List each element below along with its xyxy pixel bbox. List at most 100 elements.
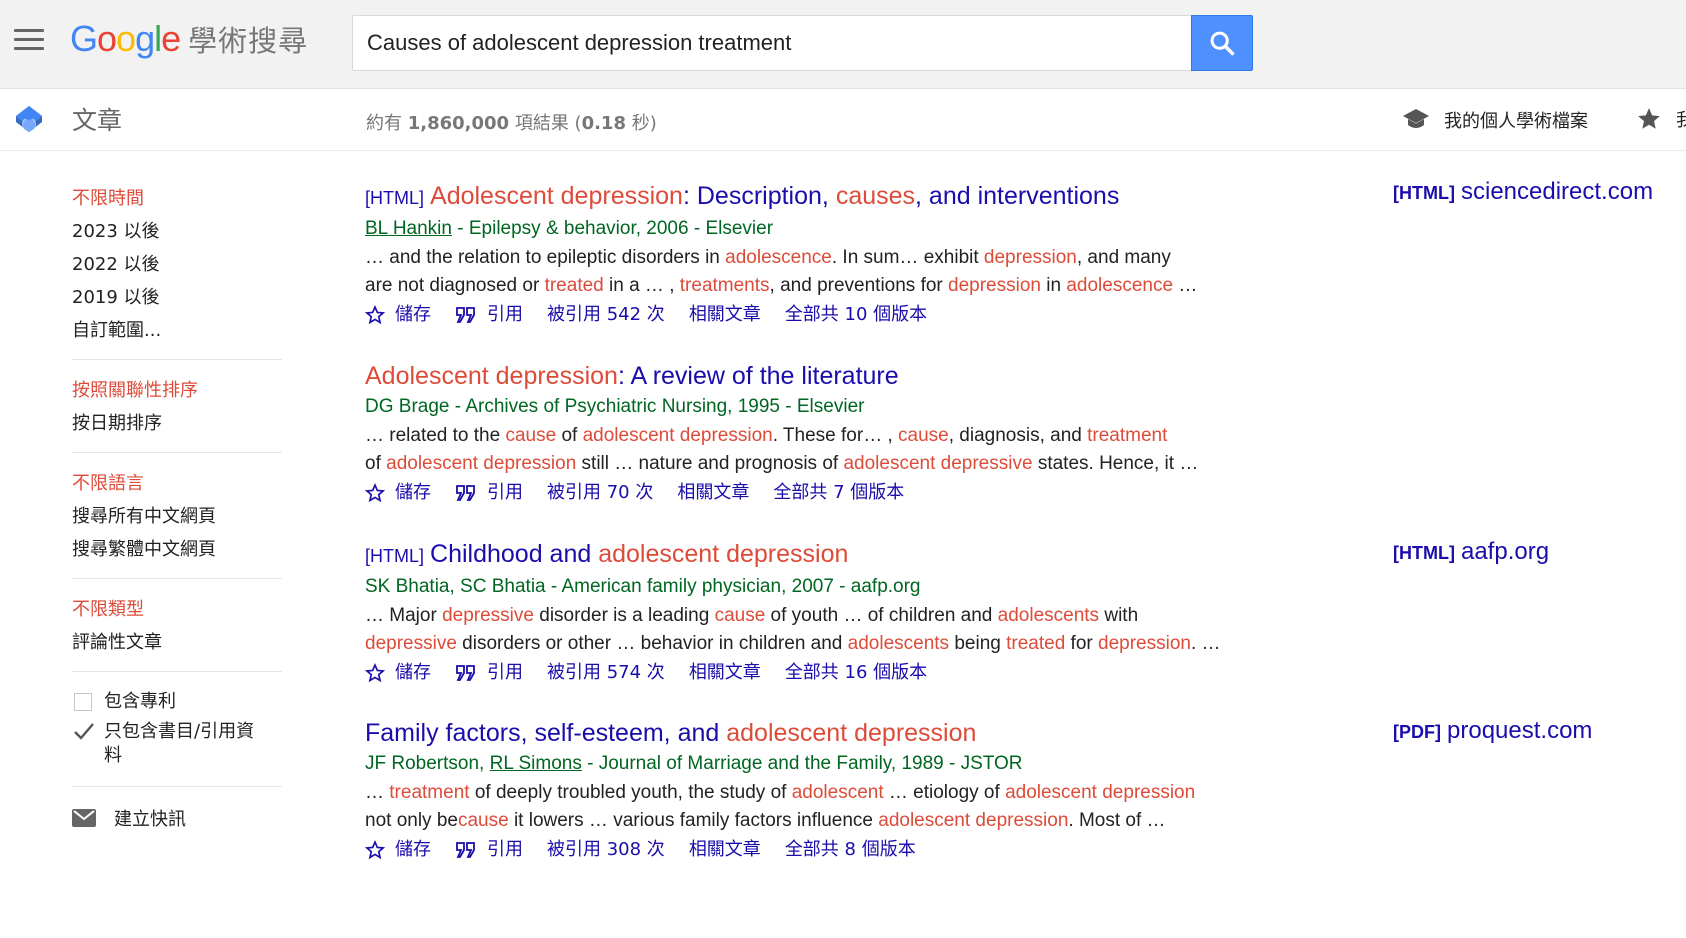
result-actions: 儲存 引用 被引用 574 次相關文章 全部共 16 個版本 [365,658,1255,688]
snippet-part: with [1099,605,1139,626]
cited-by-link[interactable]: 被引用 70 次 [547,478,653,508]
save-button[interactable]: 儲存 [365,478,431,508]
include-group: 包含專利 只包含書目/引用資料 [72,686,282,787]
cite-quote-icon [456,485,475,501]
snippet-part: still … nature and prognosis of [576,453,844,474]
filter-since-2022[interactable]: 2022 以後 [72,248,282,281]
graduation-cap-icon [1403,109,1429,128]
snippet-part: . These for… , [772,425,899,446]
include-patents-option[interactable]: 包含專利 [72,690,282,714]
include-patents-checkbox[interactable] [74,693,92,711]
include-patents-label: 包含專利 [104,691,176,712]
result-snippet: … and the relation to epileptic disorder… [365,244,1255,300]
cite-button[interactable]: 引用 [455,835,523,865]
sort-by-date[interactable]: 按日期排序 [72,407,282,440]
cite-quote-icon [456,665,475,681]
all-versions-link[interactable]: 全部共 10 個版本 [785,300,927,330]
snippet-part: being [949,633,1007,654]
search-form [352,15,1253,71]
snippet-part: adolescence [1066,275,1174,296]
include-citations-label: 只包含書目/引用資料 [104,721,255,766]
menu-icon[interactable] [14,29,44,51]
related-articles-link[interactable]: 相關文章 [677,478,749,508]
result-stats: 約有 1,860,000 項結果 (0.18 秒) [366,109,657,135]
create-alert-label: 建立快訊 [114,809,186,830]
top-bar: Google 學術搜尋 [0,0,1686,89]
snippet-line: depressive disorders or other … behavior… [365,630,1255,658]
sort-by-relevance[interactable]: 按照關聯性排序 [72,374,282,407]
cited-by-link[interactable]: 被引用 542 次 [547,300,665,330]
author-link[interactable]: BL Hankin [365,218,452,239]
filter-since-2023[interactable]: 2023 以後 [72,215,282,248]
search-input[interactable] [352,15,1191,71]
cited-by-link[interactable]: 被引用 574 次 [547,658,665,688]
title-part: Adolescent depression [430,182,683,210]
filter-any-time[interactable]: 不限時間 [72,182,282,215]
snippet-part: … [365,782,390,803]
title-part: , and interventions [915,182,1120,210]
title-part: Childhood and [430,540,599,568]
envelope-icon [72,809,96,827]
publication-info: - Epilepsy & behavior, 2006 - Elsevier [451,218,774,239]
related-articles-link[interactable]: 相關文章 [689,300,761,330]
result-title-link[interactable]: [HTML] Childhood and adolescent depressio… [365,538,1255,572]
full-text-link[interactable]: [HTML] sciencedirect.com [1393,178,1653,206]
snippet-part: , and many [1076,247,1171,268]
snippet-part: … Major [365,605,443,626]
snippet-part: . In sum… exhibit [831,247,984,268]
snippet-part: in [1040,275,1067,296]
snippet-part: adolescent depressive [843,453,1033,474]
filter-any-type[interactable]: 不限類型 [72,593,282,626]
cite-button[interactable]: 引用 [455,300,523,330]
cite-label: 引用 [487,482,523,503]
related-articles-link[interactable]: 相關文章 [689,835,761,865]
all-versions-link[interactable]: 全部共 7 個版本 [773,478,904,508]
full-text-link[interactable]: [HTML] aafp.org [1393,538,1549,566]
snippet-part: treatments [679,275,770,296]
save-button[interactable]: 儲存 [365,300,431,330]
snippet-part: of [556,425,583,446]
search-result: Family factors, self-esteem, and adolesc… [365,717,1255,865]
save-button[interactable]: 儲存 [365,835,431,865]
all-versions-link[interactable]: 全部共 8 個版本 [785,835,916,865]
google-scholar-logo[interactable]: Google 學術搜尋 [70,18,308,62]
cite-button[interactable]: 引用 [455,658,523,688]
create-alert-link[interactable]: 建立快訊 [72,801,282,831]
title-part: : Description, [682,182,836,210]
include-citations-option[interactable]: 只包含書目/引用資料 [72,720,272,768]
filter-since-2019[interactable]: 2019 以後 [72,281,282,314]
cited-by-link[interactable]: 被引用 308 次 [547,835,665,865]
title-part: Family factors, self-esteem, and [365,719,727,747]
search-icon [1210,31,1235,56]
include-citations-checkbox[interactable] [74,723,94,741]
result-title-link[interactable]: [HTML] Adolescent depression: Description… [365,180,1255,214]
snippet-part: in a … , [603,275,680,296]
snippet-part: for [1065,633,1098,654]
filter-custom-range[interactable]: 自訂範圍... [72,314,282,347]
title-part: adolescent depression [598,540,849,568]
my-library-link[interactable]: 我的圖書館 [1636,106,1686,132]
related-articles-link[interactable]: 相關文章 [689,658,761,688]
filter-chinese-pages[interactable]: 搜尋所有中文網頁 [72,500,282,533]
my-profile-link[interactable]: 我的個人學術檔案 [1402,107,1588,133]
snippet-part: adolescent depression [386,453,577,474]
snippet-part: adolescents [997,605,1100,626]
full-text-link[interactable]: [PDF] proquest.com [1393,717,1592,745]
result-title-link[interactable]: Family factors, self-esteem, and adolesc… [365,717,1255,749]
filter-any-language[interactable]: 不限語言 [72,467,282,500]
publication-info: - Journal of Marriage and the Family, 19… [581,753,1023,774]
snippet-part: depressive [442,605,534,626]
filter-review-articles[interactable]: 評論性文章 [72,626,282,659]
snippet-part: … etiology of [883,782,1006,803]
snippet-line: … treatment of deeply troubled youth, th… [365,779,1255,807]
author-link[interactable]: RL Simons [490,753,582,774]
result-actions: 儲存 引用 被引用 70 次相關文章 全部共 7 個版本 [365,478,1255,508]
all-versions-link[interactable]: 全部共 16 個版本 [785,658,927,688]
result-title-link[interactable]: Adolescent depression: A review of the l… [365,360,1255,392]
filter-traditional-chinese-pages[interactable]: 搜尋繁體中文網頁 [72,533,282,566]
cite-button[interactable]: 引用 [455,478,523,508]
save-button[interactable]: 儲存 [365,658,431,688]
search-button[interactable] [1191,15,1253,71]
star-filled-icon [1638,108,1660,129]
logo-scholar-text: 學術搜尋 [188,24,309,58]
